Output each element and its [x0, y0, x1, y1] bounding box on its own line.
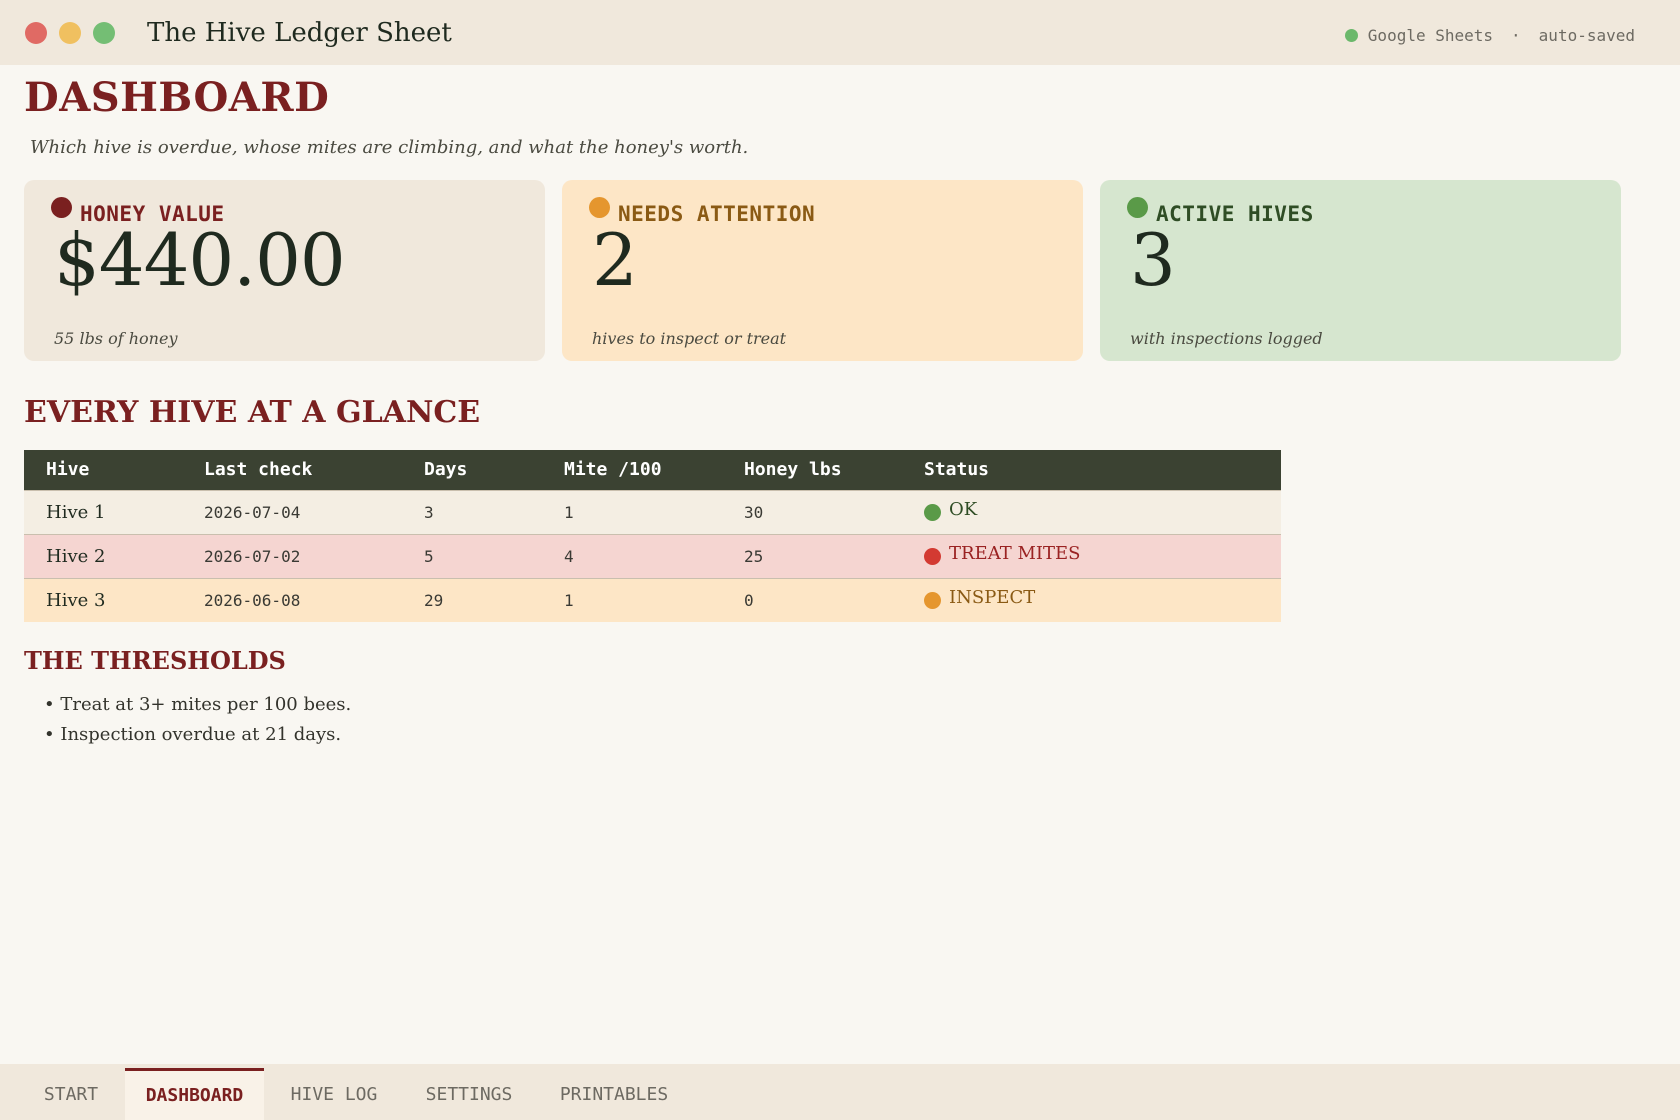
active-hives-indicator-icon: [1127, 196, 1148, 218]
status-alert-icon: [924, 548, 941, 565]
column-header-hive[interactable]: Hive: [24, 450, 182, 490]
status-badge: OK: [949, 499, 978, 520]
table-row[interactable]: Hive 1 2026-07-04 3 1 30 OK: [24, 489, 1281, 534]
tab-start[interactable]: START: [24, 1068, 118, 1120]
minimize-window-button[interactable]: [59, 21, 81, 44]
tab-dashboard[interactable]: DASHBOARD: [125, 1068, 264, 1120]
list-item: • Inspection overdue at 21 days.: [44, 724, 342, 745]
thresholds-section-title: THE THRESHOLDS: [24, 646, 286, 675]
close-window-button[interactable]: [25, 21, 47, 44]
save-state: auto-saved: [1538, 26, 1635, 45]
days-cell[interactable]: 5: [402, 533, 542, 578]
column-header-last-check[interactable]: Last check: [182, 450, 402, 490]
save-status: Google Sheets · auto-saved: [1344, 26, 1635, 45]
card-note: hives to inspect or treat: [592, 329, 787, 348]
tab-printables[interactable]: PRINTABLES: [542, 1068, 686, 1120]
honey-cell[interactable]: 30: [722, 489, 902, 534]
column-header-status[interactable]: Status: [902, 450, 1281, 490]
card-value: 3: [1130, 218, 1176, 302]
card-label: NEEDS ATTENTION: [618, 202, 816, 226]
honey-cell[interactable]: 0: [722, 577, 902, 622]
glance-section-title: EVERY HIVE AT A GLANCE: [24, 395, 481, 430]
table-row[interactable]: Hive 3 2026-06-08 29 1 0 INSPECT: [24, 577, 1281, 622]
last-check-cell[interactable]: 2026-07-04: [182, 489, 402, 534]
status-cell[interactable]: TREAT MITES: [902, 533, 1281, 578]
active-hives-card: ACTIVE HIVES 3 with inspections logged: [1100, 180, 1621, 361]
app-name: Google Sheets: [1367, 26, 1494, 45]
table-header-row: Hive Last check Days Mite /100 Honey lbs…: [24, 450, 1281, 490]
card-note: 55 lbs of honey: [54, 329, 178, 348]
table-row[interactable]: Hive 2 2026-07-02 5 4 25 TREAT MITES: [24, 533, 1281, 578]
page-subtitle: Which hive is overdue, whose mites are c…: [30, 137, 749, 158]
mite-cell[interactable]: 1: [542, 489, 722, 534]
window-controls: [25, 21, 115, 44]
hive-table: Hive Last check Days Mite /100 Honey lbs…: [24, 450, 1281, 622]
separator: ·: [1511, 26, 1521, 45]
title-bar: The Hive Ledger Sheet Google Sheets · au…: [0, 0, 1680, 65]
last-check-cell[interactable]: 2026-07-02: [182, 533, 402, 578]
card-label: ACTIVE HIVES: [1156, 202, 1314, 226]
status-warning-icon: [924, 592, 941, 610]
column-header-honey[interactable]: Honey lbs: [722, 450, 902, 490]
sync-status-icon: [1344, 29, 1358, 42]
column-header-mite[interactable]: Mite /100: [542, 450, 722, 490]
status-badge: INSPECT: [949, 587, 1036, 609]
needs-attention-indicator-icon: [589, 196, 610, 218]
status-badge: TREAT MITES: [949, 543, 1081, 564]
hive-cell[interactable]: Hive 1: [24, 489, 182, 534]
status-cell[interactable]: OK: [902, 489, 1281, 534]
days-cell[interactable]: 29: [402, 577, 542, 622]
maximize-window-button[interactable]: [93, 21, 115, 44]
hive-cell[interactable]: Hive 3: [24, 577, 182, 622]
honey-cell[interactable]: 25: [722, 533, 902, 578]
window-title: The Hive Ledger Sheet: [147, 17, 452, 48]
card-note: with inspections logged: [1130, 329, 1323, 348]
tab-settings[interactable]: SETTINGS: [404, 1068, 534, 1120]
mite-cell[interactable]: 4: [542, 533, 722, 578]
last-check-cell[interactable]: 2026-06-08: [182, 577, 402, 622]
card-value: $440.00: [54, 218, 346, 302]
status-ok-icon: [924, 504, 941, 521]
days-cell[interactable]: 3: [402, 489, 542, 534]
needs-attention-card: NEEDS ATTENTION 2 hives to inspect or tr…: [562, 180, 1083, 361]
page-title: DASHBOARD: [24, 74, 330, 121]
hive-cell[interactable]: Hive 2: [24, 533, 182, 578]
list-item: • Treat at 3+ mites per 100 bees.: [44, 694, 352, 715]
tab-hive-log[interactable]: HIVE LOG: [272, 1068, 396, 1120]
column-header-days[interactable]: Days: [402, 450, 542, 490]
honey-value-card: HONEY VALUE $440.00 55 lbs of honey: [24, 180, 545, 361]
sheet-tab-bar: START DASHBOARD HIVE LOG SETTINGS PRINTA…: [0, 1064, 1680, 1120]
honey-value-indicator-icon: [51, 196, 72, 218]
mite-cell[interactable]: 1: [542, 577, 722, 622]
card-value: 2: [592, 218, 638, 302]
status-cell[interactable]: INSPECT: [902, 577, 1281, 622]
thresholds-list: • Treat at 3+ mites per 100 bees. • Insp…: [44, 690, 351, 750]
